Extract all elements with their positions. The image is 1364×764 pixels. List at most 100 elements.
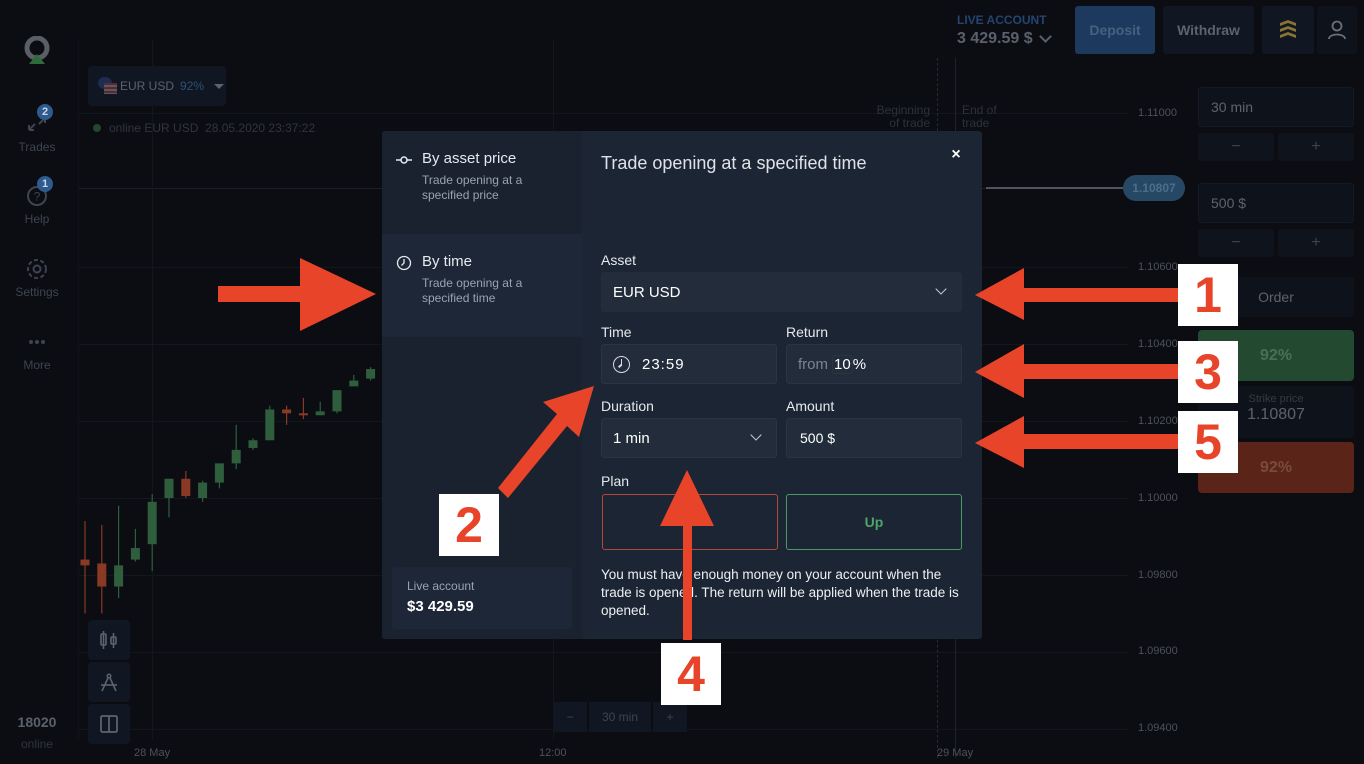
amount-plus-button[interactable]: +: [1278, 229, 1354, 257]
beginning-of-trade-label: Beginning of trade: [870, 104, 930, 130]
duration-select[interactable]: 1 min: [601, 418, 777, 458]
mode-subtitle: Trade opening at a specified price: [422, 173, 523, 202]
amount-label: Amount: [786, 398, 835, 414]
time-tick: 28 May: [134, 747, 171, 759]
grid-line: [78, 652, 1128, 653]
candle-up: [332, 390, 342, 412]
plan-up-button[interactable]: Up: [786, 494, 962, 550]
sidebar-item-trades[interactable]: 2 Trades: [0, 104, 74, 154]
deposit-button[interactable]: Deposit: [1075, 6, 1155, 54]
amount-field[interactable]: 500 $: [1198, 183, 1354, 223]
time-input[interactable]: 23:59: [601, 344, 777, 384]
price-tick: 1.10000: [1138, 492, 1178, 504]
mode-by-time[interactable]: By time Trade opening at a specified tim…: [382, 234, 582, 337]
duration-plus-button[interactable]: +: [1278, 133, 1354, 161]
account-label: Live account: [407, 579, 475, 593]
chart-type-button[interactable]: [88, 620, 130, 660]
candle-down: [181, 478, 191, 497]
price-tick: 1.11000: [1138, 107, 1177, 119]
svg-text:?: ?: [34, 190, 41, 204]
modal-mode-list: By asset price Trade opening at a specif…: [382, 131, 582, 639]
arrow-to-by-time: [218, 258, 376, 331]
withdraw-button[interactable]: Withdraw: [1163, 6, 1254, 54]
profile-button[interactable]: [1317, 6, 1357, 54]
duration-minus-button[interactable]: −: [1198, 133, 1274, 161]
time-tick: 29 May: [937, 747, 974, 759]
sidebar-item-help[interactable]: ? 1 Help: [0, 176, 74, 226]
grid-line: [78, 40, 79, 740]
time-tick: 12:00: [539, 747, 567, 759]
candle-up: [164, 478, 174, 498]
grid-line: [152, 40, 153, 740]
modal-note: You must have enough money on your accou…: [601, 567, 959, 618]
more-dots-icon: [25, 330, 49, 354]
annotation-number-5: 5: [1178, 411, 1238, 473]
candle-up: [366, 369, 376, 379]
account-balance: 3 429.59 $: [957, 30, 1033, 47]
help-icon: ? 1: [25, 176, 53, 208]
online-users-count: 18020: [17, 714, 57, 730]
layout-button[interactable]: [88, 704, 130, 744]
sidebar-item-label: Help: [24, 212, 50, 226]
chart-status-text: online EUR USD 28.05.2020 23:37:22: [109, 121, 316, 135]
online-status-dot-icon: [93, 124, 101, 132]
asset-select-value: EUR USD: [613, 283, 681, 301]
sidebar-item-label: More: [23, 358, 51, 372]
sidebar-item-settings[interactable]: Settings: [0, 257, 74, 299]
trades-arrows-icon: 2: [25, 104, 53, 136]
eur-usd-flag-icon: [98, 77, 118, 95]
clock-icon: [396, 255, 412, 271]
chart-status-line: online EUR USD 28.05.2020 23:37:22: [93, 121, 315, 135]
brand-logo-icon[interactable]: [23, 36, 51, 64]
mode-title: By time: [422, 253, 473, 270]
amount-input[interactable]: 500 $: [786, 418, 962, 458]
compass-icon: [101, 673, 117, 692]
account-balance-selector[interactable]: 3 429.59 $: [957, 30, 1052, 48]
modal-title: Trade opening at a specified time: [601, 153, 867, 173]
chart-asset-selector[interactable]: EUR USD 92%: [88, 66, 226, 106]
duration-field[interactable]: 30 min: [1198, 87, 1354, 127]
candle-up: [198, 482, 208, 498]
mode-subtitle: Trade opening at a specified time: [422, 276, 523, 305]
sidebar-item-label: Settings: [15, 285, 59, 299]
user-icon: [1328, 20, 1346, 40]
sidebar-item-label: Trades: [18, 140, 56, 154]
candle-down: [282, 409, 292, 414]
candle-up: [130, 548, 140, 560]
mode-by-asset-price[interactable]: By asset price Trade opening at a specif…: [382, 131, 582, 234]
time-label: Time: [601, 324, 632, 340]
label-line: of trade: [889, 116, 930, 130]
candle-up: [248, 440, 258, 448]
pending-trade-modal: By asset price Trade opening at a specif…: [382, 131, 982, 639]
timeframe-minus-button[interactable]: −: [553, 702, 587, 732]
asset-select[interactable]: EUR USD: [601, 272, 962, 312]
annotation-number-1: 1: [1178, 264, 1238, 326]
status-level-button[interactable]: [1262, 6, 1314, 54]
arrow-to-asset: [975, 268, 1178, 320]
asset-payout: 92%: [180, 79, 205, 93]
annotation-number-2: 2: [439, 494, 499, 556]
candles-icon: [100, 631, 117, 649]
return-input[interactable]: from 10 %: [786, 344, 962, 384]
candle-up: [231, 449, 241, 464]
arrow-to-return: [975, 344, 1178, 398]
drawing-tools-button[interactable]: [88, 662, 130, 702]
duration-value: 1 min: [613, 429, 650, 447]
trades-badge: 2: [37, 104, 53, 120]
amount-minus-button[interactable]: −: [1198, 229, 1274, 257]
timeframe-plus-button[interactable]: +: [653, 702, 687, 732]
time-value: 23:59: [642, 355, 685, 373]
return-value[interactable]: 10: [832, 354, 853, 374]
gear-icon: [25, 257, 49, 281]
asset-label: Asset: [601, 252, 637, 268]
sidebar-item-more[interactable]: More: [0, 330, 74, 372]
price-tick: 1.09800: [1138, 569, 1178, 581]
chevron-down-icon: [1038, 30, 1052, 43]
amount-value: 500 $: [800, 430, 836, 446]
online-users-label: online: [20, 737, 54, 751]
plan-down-button[interactable]: [602, 494, 778, 550]
mode-title: By asset price: [422, 150, 517, 167]
candle-down: [298, 413, 308, 416]
close-icon[interactable]: ×: [948, 147, 964, 163]
price-slider-icon: [396, 156, 412, 164]
